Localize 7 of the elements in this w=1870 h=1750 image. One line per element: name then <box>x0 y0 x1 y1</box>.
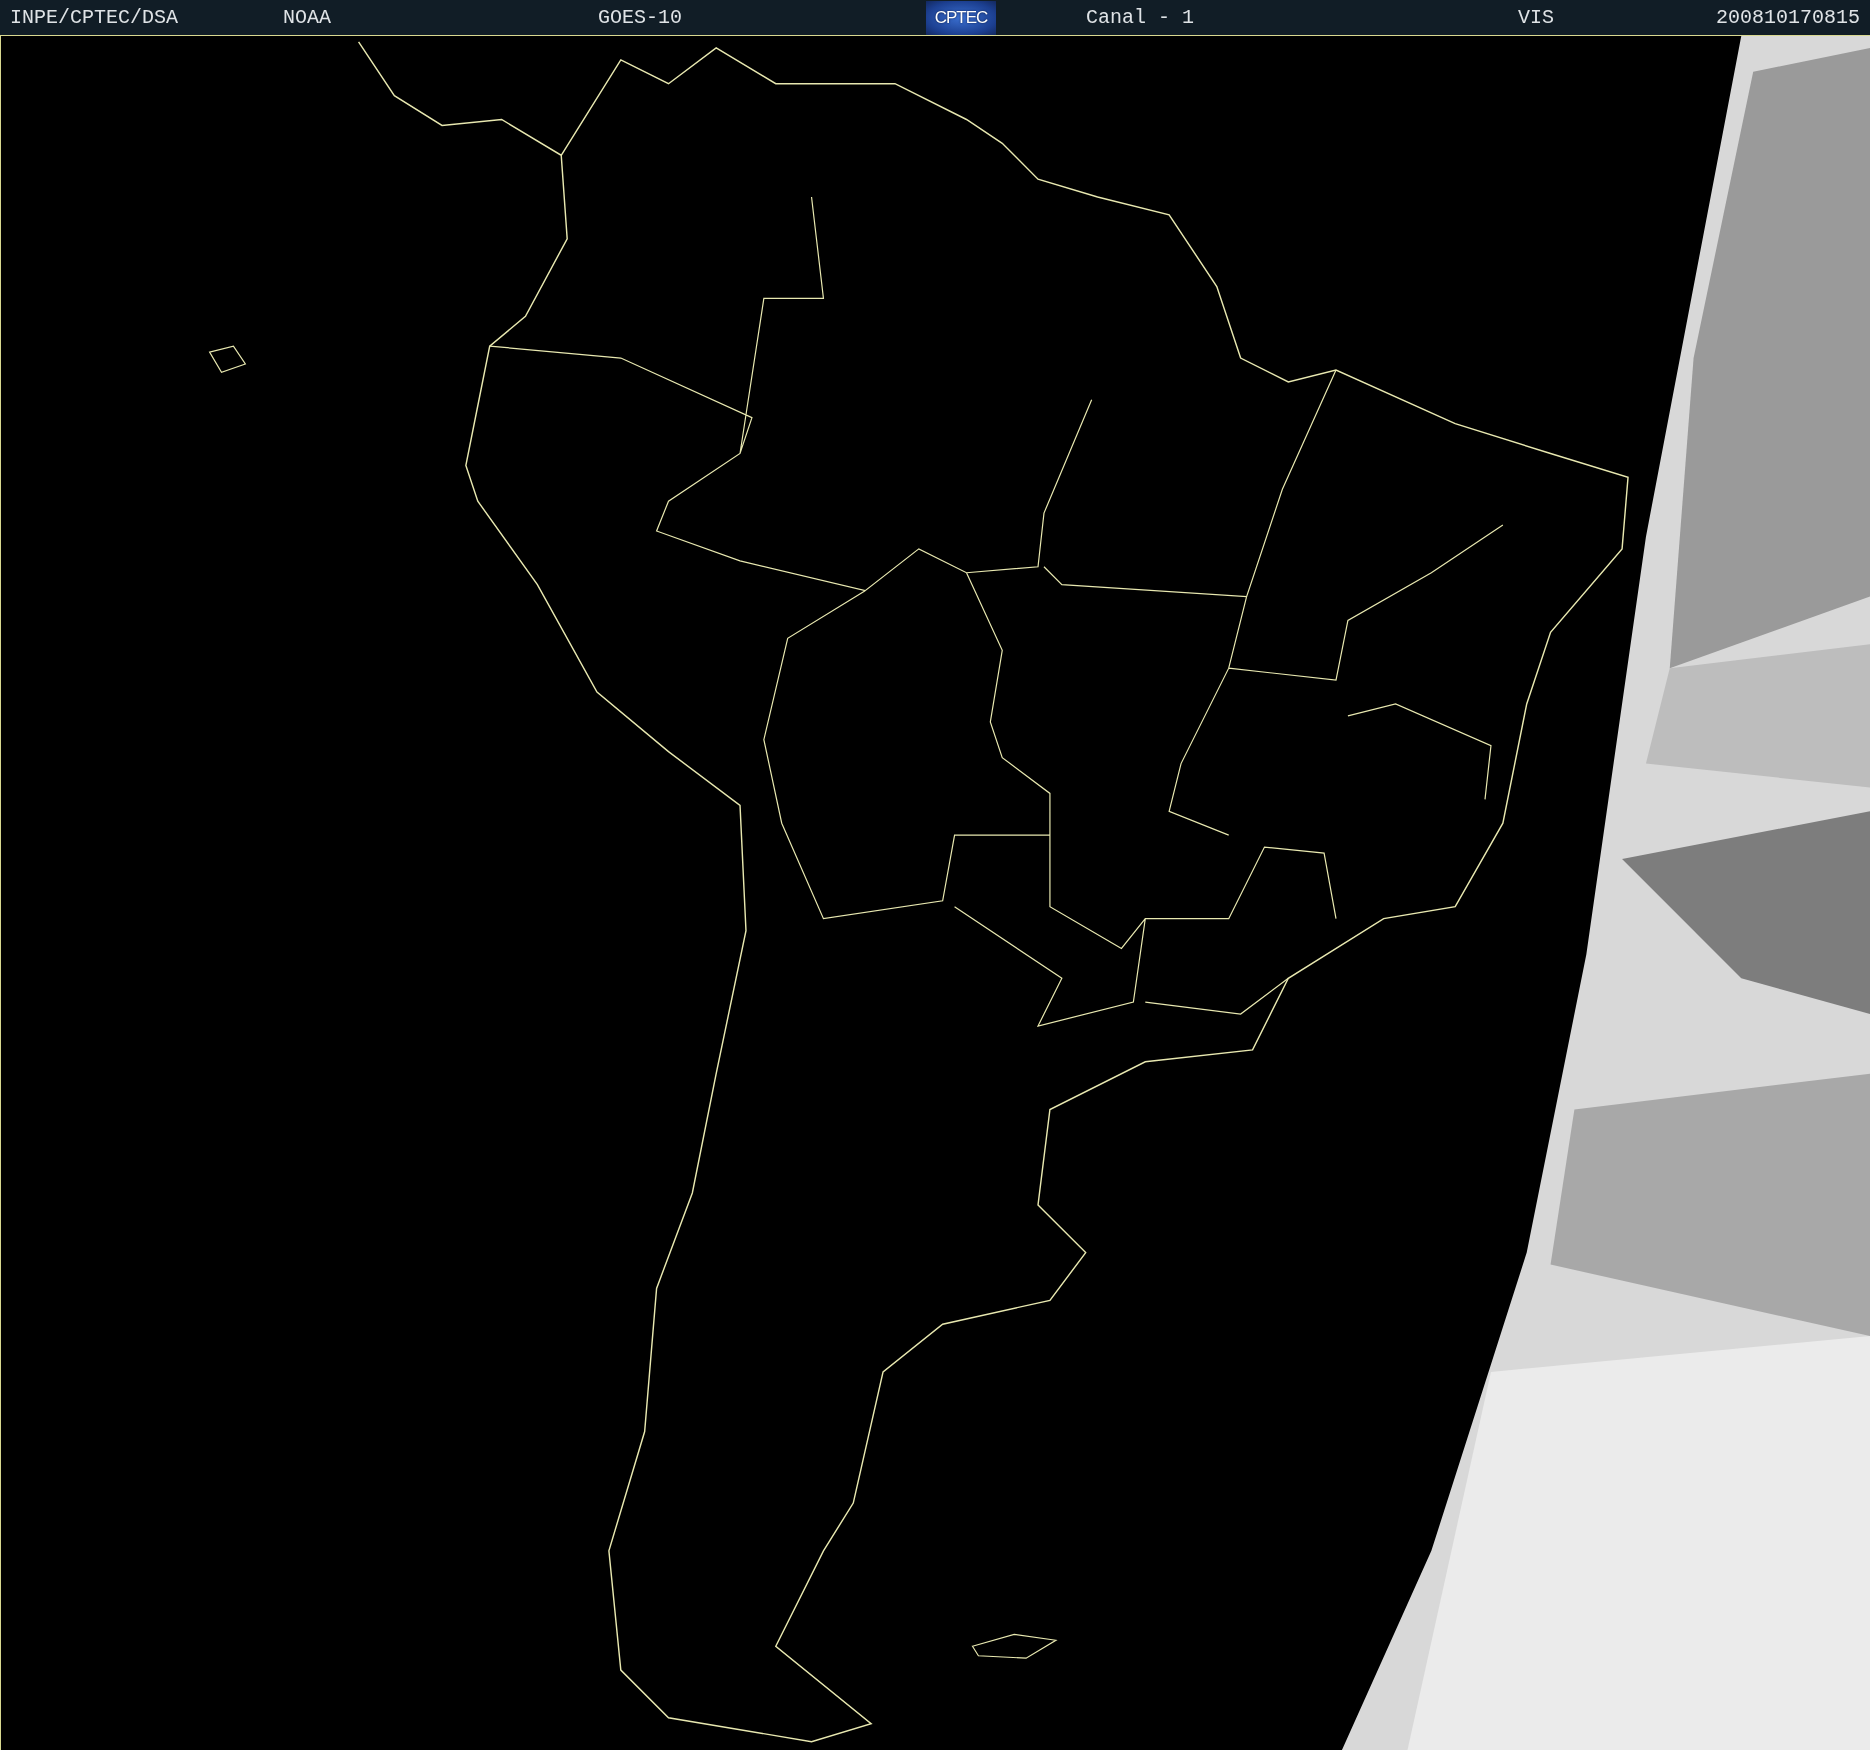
channel-label: Canal - 1 <box>1086 6 1195 29</box>
satellite-label: GOES-10 <box>598 6 682 29</box>
logo: CPTEC <box>926 0 996 35</box>
band-label: VIS <box>1518 6 1554 29</box>
timestamp-label: 200810170815 <box>1715 6 1861 29</box>
source-label: INPE/CPTEC/DSA <box>10 6 179 29</box>
agency-label: NOAA <box>283 6 331 29</box>
